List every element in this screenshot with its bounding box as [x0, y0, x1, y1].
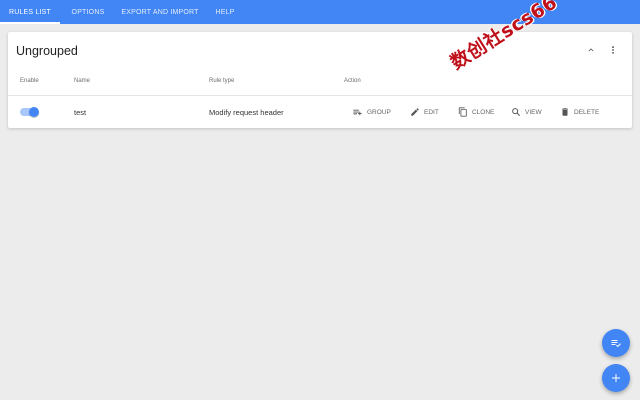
tab-rules-list[interactable]: Rules List — [0, 0, 60, 24]
clone-button-label: Clone — [472, 108, 495, 116]
more-vert-icon — [612, 46, 614, 54]
copy-icon — [458, 107, 467, 117]
view-button[interactable]: View — [511, 105, 542, 119]
edit-button-label: Edit — [424, 108, 439, 116]
tab-options[interactable]: Options — [60, 0, 116, 24]
group-title: Ungrouped — [16, 44, 78, 58]
group-button-label: Group — [367, 108, 391, 116]
chevron-up-icon — [588, 48, 594, 52]
view-button-label: View — [525, 108, 542, 116]
clone-button[interactable]: Clone — [458, 105, 494, 119]
table-row: test Modify request header Group Edit Cl… — [8, 96, 632, 128]
playlist-add-icon — [353, 109, 362, 115]
rule-type: Modify request header — [209, 108, 284, 117]
plus-icon — [612, 374, 620, 382]
collapse-group-button[interactable] — [583, 42, 599, 58]
toggle-knob — [29, 107, 39, 117]
add-rule-fab[interactable] — [602, 364, 630, 392]
edit-button[interactable]: Edit — [410, 105, 439, 119]
group-rules-fab[interactable] — [602, 329, 630, 357]
rule-name: test — [74, 108, 87, 117]
search-icon — [512, 108, 520, 116]
pencil-icon — [411, 108, 419, 116]
column-header-action: Action — [344, 78, 361, 84]
rule-enable-toggle[interactable] — [20, 107, 39, 117]
trash-icon — [562, 108, 568, 116]
top-nav: Rules List Options Export and Import Hel… — [0, 0, 640, 24]
group-menu-button[interactable] — [605, 42, 621, 58]
column-header-enable: Enable — [20, 78, 39, 84]
group-button[interactable]: Group — [352, 105, 391, 119]
playlist-check-icon — [611, 340, 621, 348]
column-header-name: Name — [74, 78, 91, 84]
delete-button-label: Delete — [574, 108, 600, 116]
rule-group-card: Ungrouped Enable Name Rule type Action t… — [8, 32, 632, 128]
tab-help[interactable]: Help — [204, 0, 246, 24]
column-header-rule-type: Rule type — [209, 78, 235, 84]
delete-button[interactable]: Delete — [560, 105, 599, 119]
tab-export-and-import[interactable]: Export and Import — [116, 0, 204, 24]
